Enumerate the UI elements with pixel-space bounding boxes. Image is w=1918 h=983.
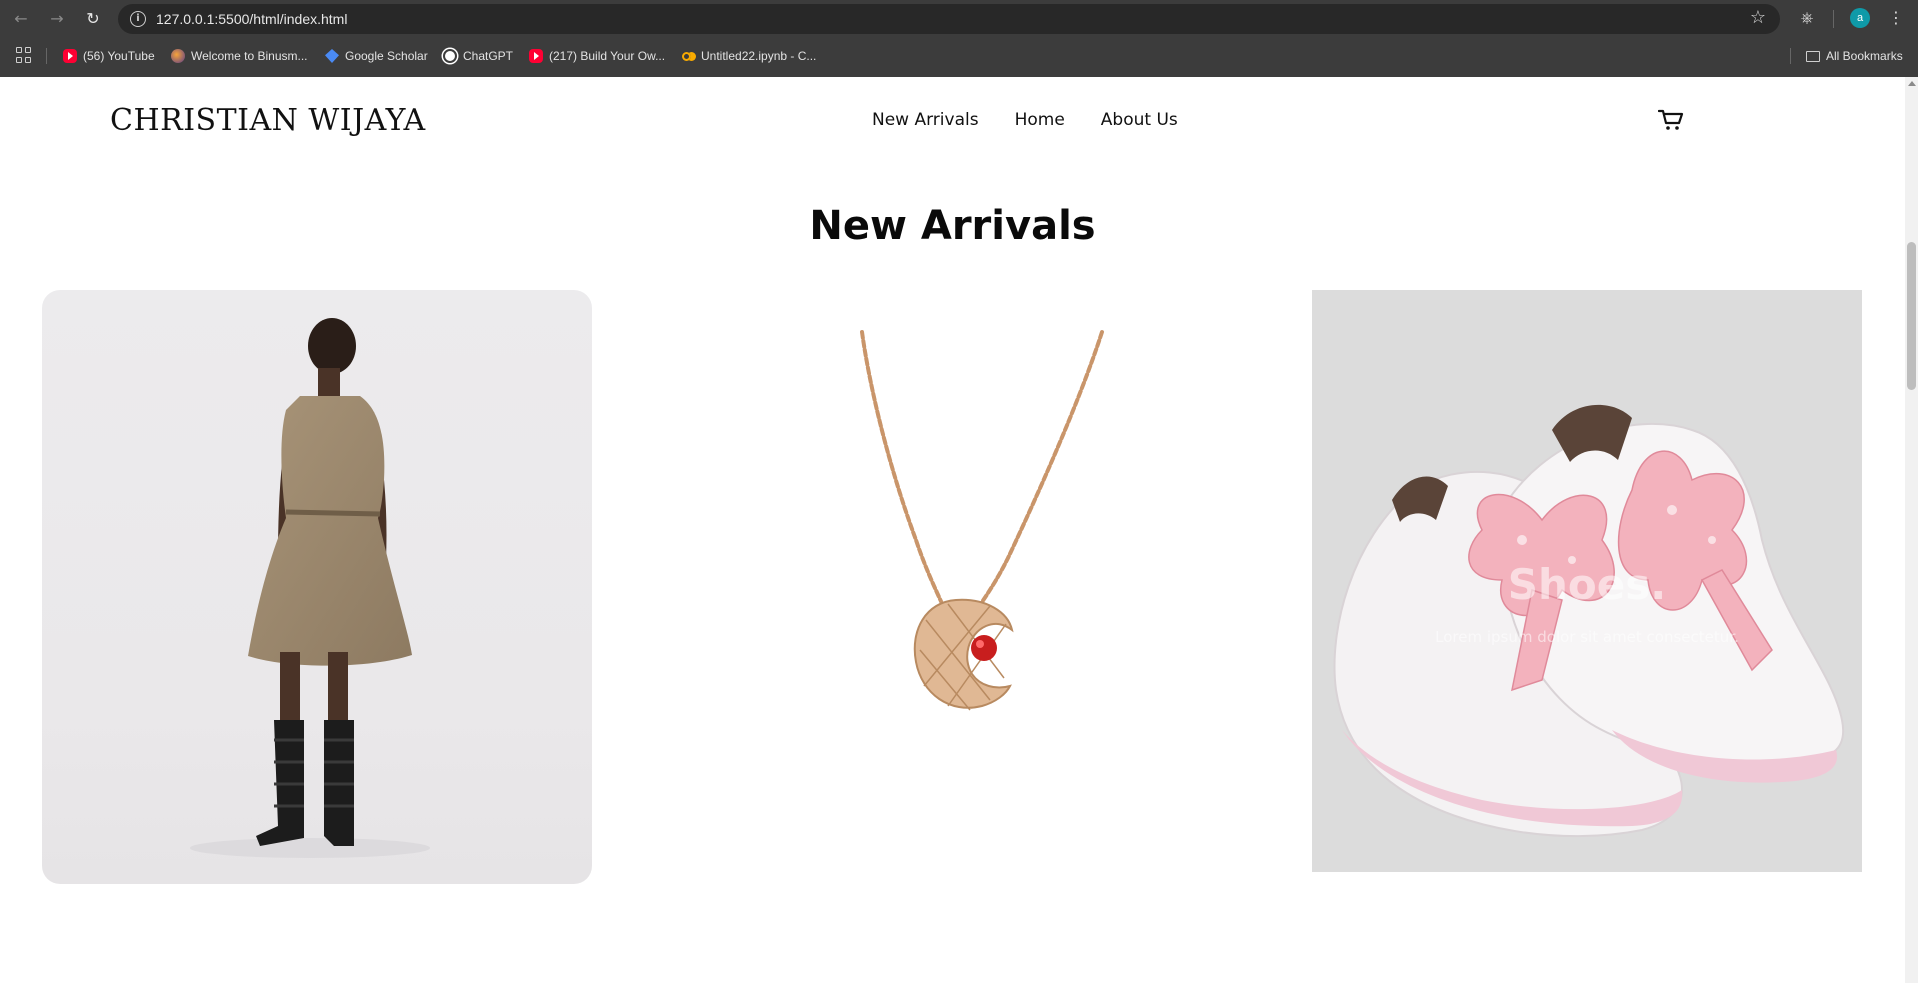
back-arrow-icon[interactable]: ←	[10, 8, 32, 30]
chatgpt-icon	[443, 49, 457, 63]
browser-menu-icon[interactable]: ⋮	[1888, 7, 1904, 29]
product-card-necklace[interactable]	[840, 290, 1110, 770]
site-nav: New Arrivals Home About Us	[872, 109, 1178, 131]
forward-arrow-icon[interactable]: →	[46, 8, 68, 30]
product-card-sneakers[interactable]: Shoes. Lorem ipsum dolor sit amet consec…	[1312, 290, 1862, 872]
toolbar-divider	[1833, 10, 1834, 28]
product-overlay-title: Shoes.	[1507, 560, 1667, 609]
address-bar[interactable]: i 127.0.0.1:5500/html/index.html ☆	[118, 4, 1780, 34]
product-card-dress[interactable]	[42, 290, 592, 884]
necklace-image	[860, 330, 1104, 711]
youtube-icon	[529, 49, 543, 63]
bookmark-star-icon[interactable]: ☆	[1750, 8, 1766, 28]
reload-icon[interactable]: ↻	[82, 8, 104, 30]
bookmark-item[interactable]: (56) YouTube	[63, 46, 155, 66]
bookmark-label: (56) YouTube	[83, 49, 155, 63]
product-overlay-text: Lorem ipsum dolor sit amet consectetur.	[1435, 628, 1739, 646]
bookmark-label: Untitled22.ipynb - C...	[701, 49, 817, 63]
bookmark-item[interactable]: ChatGPT	[443, 46, 513, 66]
page-viewport: CHRISTIAN WIJAYA New Arrivals Home About…	[0, 77, 1905, 983]
dress-model-image	[190, 318, 430, 858]
site-info-icon[interactable]: i	[130, 11, 146, 27]
bookmark-item[interactable]: Welcome to Binusm...	[171, 46, 307, 66]
binusmaya-icon	[171, 49, 185, 63]
bookmark-label: (217) Build Your Ow...	[549, 49, 666, 63]
colab-icon	[682, 51, 691, 61]
url-text[interactable]: 127.0.0.1:5500/html/index.html	[156, 10, 347, 28]
site-logo[interactable]: CHRISTIAN WIJAYA	[110, 103, 426, 139]
profile-avatar[interactable]: a	[1850, 8, 1870, 28]
browser-chrome: ← → ↻ i 127.0.0.1:5500/html/index.html ☆…	[0, 0, 1918, 77]
shopping-cart-icon[interactable]	[1657, 108, 1684, 132]
nav-link-new-arrivals[interactable]: New Arrivals	[872, 109, 979, 131]
page-scrollbar[interactable]	[1905, 77, 1918, 983]
bookmark-label: ChatGPT	[463, 49, 514, 63]
bookmarks-divider	[46, 48, 47, 64]
bookmarks-divider	[1790, 48, 1791, 64]
bookmark-label: Welcome to Binusm...	[191, 49, 308, 63]
extensions-puzzle-icon[interactable]: ⎈	[1797, 8, 1817, 28]
youtube-icon	[63, 49, 77, 63]
bookmark-item[interactable]: Untitled22.ipynb - C...	[682, 46, 816, 66]
scroll-up-arrow-icon[interactable]	[1908, 81, 1916, 86]
google-scholar-icon	[325, 49, 339, 63]
nav-link-home[interactable]: Home	[1015, 109, 1065, 131]
bookmarks-bar: (56) YouTube Welcome to Binusm... Google…	[0, 42, 1918, 70]
nav-link-about-us[interactable]: About Us	[1101, 109, 1178, 131]
section-title: New Arrivals	[809, 203, 1096, 249]
all-bookmarks-label: All Bookmarks	[1826, 49, 1903, 63]
all-bookmarks-button[interactable]: All Bookmarks	[1806, 46, 1903, 66]
scrollbar-thumb[interactable]	[1907, 242, 1916, 390]
bookmark-item[interactable]: (217) Build Your Ow...	[529, 46, 665, 66]
folder-icon	[1806, 50, 1820, 62]
browser-toolbar: ← → ↻ i 127.0.0.1:5500/html/index.html ☆…	[0, 0, 1918, 37]
bookmark-item[interactable]: Google Scholar	[325, 46, 428, 66]
bookmark-label: Google Scholar	[345, 49, 428, 63]
apps-grid-icon[interactable]	[16, 47, 32, 63]
